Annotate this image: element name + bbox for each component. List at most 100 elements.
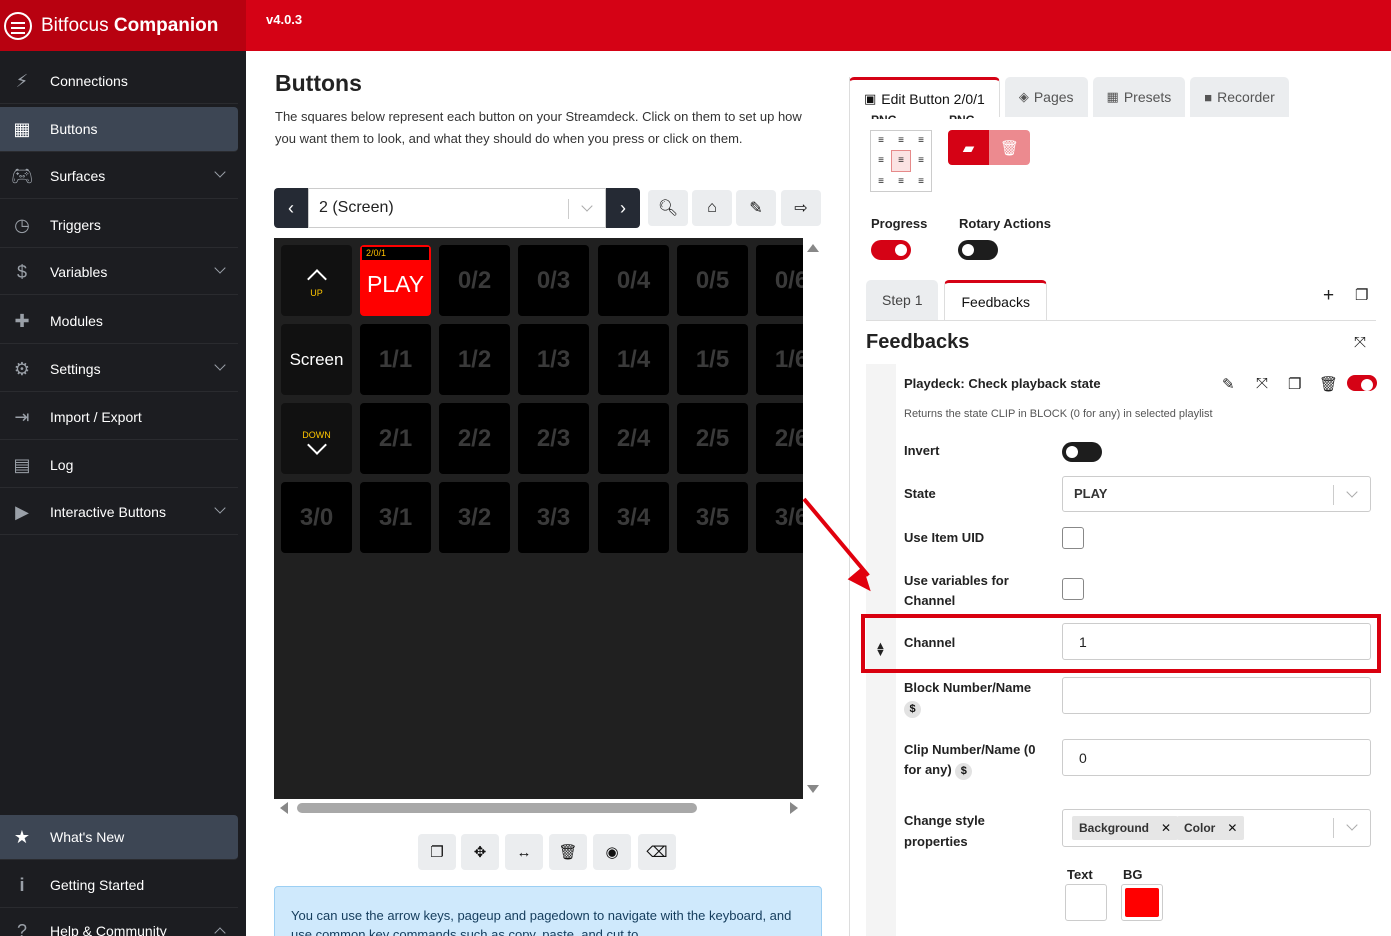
tab-pages[interactable]: ◈ Pages [1004,77,1088,117]
edit-page-button[interactable]: ✎ [736,190,776,226]
copy-button[interactable]: ❐ [418,834,456,870]
grid-key[interactable]: 0/6 [756,245,803,316]
pencil-icon[interactable]: ✎ [1222,375,1235,393]
align-right-icon[interactable]: ≡ [911,150,931,171]
style-chip-background[interactable]: Background ✕ [1072,816,1179,840]
use-item-uid-checkbox[interactable] [1062,527,1084,549]
invert-toggle[interactable] [1062,442,1102,462]
grid-key[interactable]: 3/6 [756,482,803,553]
remove-icon[interactable]: ✕ [1161,821,1171,835]
brand[interactable]: Bitfocus Companion [0,0,246,51]
align-center-icon[interactable]: ≡ [891,150,911,172]
delete-button[interactable]: 🗑︎ [549,834,587,870]
align-right-icon[interactable]: ≡ [911,172,931,191]
grid-key-up[interactable]: UP [281,245,352,316]
align-left-icon[interactable]: ≡ [871,131,891,150]
align-center-icon[interactable]: ≡ [891,131,911,150]
grid-key-play[interactable]: 2/0/1 PLAY [360,245,431,316]
use-variables-checkbox[interactable] [1062,578,1084,600]
grid-key[interactable]: 1/3 [518,324,589,395]
sidebar-item-triggers[interactable]: ◷ Triggers [0,203,238,248]
grid-key[interactable]: 2/6 [756,403,803,474]
grid-key-down[interactable]: DOWN [281,403,352,474]
grid-key[interactable]: 1/6 [756,324,803,395]
delete-png-button[interactable]: 🗑︎ [989,130,1030,165]
grid-key[interactable]: 3/3 [518,482,589,553]
sidebar-item-surfaces[interactable]: 🎮︎ Surfaces [0,154,238,199]
sidebar-item-variables[interactable]: $ Variables [0,250,238,295]
align-left-icon[interactable]: ≡ [871,172,891,191]
dollar-icon[interactable]: $ [904,700,921,718]
sidebar-item-help-community[interactable]: ? Help & Community [0,909,238,936]
grid-key[interactable]: 1/2 [439,324,510,395]
collapse-icon[interactable]: ⤧ [1256,375,1268,392]
collapse-all-icon[interactable]: ⤧ [1354,334,1366,351]
sidebar-item-getting-started[interactable]: i Getting Started [0,863,238,908]
grid-key[interactable]: 3/2 [439,482,510,553]
page-select[interactable]: 2 (Screen) [308,188,606,228]
feedback-enabled-toggle[interactable] [1347,375,1377,391]
text-color-picker[interactable] [1065,884,1107,921]
grid-key[interactable]: 1/4 [598,324,669,395]
open-png-button[interactable]: ▰ [948,130,989,165]
export-page-button[interactable]: ⇨ [781,190,821,226]
align-center-icon[interactable]: ≡ [891,172,911,191]
grid-key[interactable]: 0/4 [598,245,669,316]
state-select[interactable]: PLAY [1062,476,1371,512]
align-left-icon[interactable]: ≡ [871,150,891,171]
sidebar-item-log[interactable]: ▤ Log [0,443,238,488]
sidebar-item-connections[interactable]: ⚡ Connections [0,59,238,104]
grid-key[interactable]: 3/4 [598,482,669,553]
png-alignment-grid[interactable]: ≡ ≡ ≡ ≡ ≡ ≡ ≡ ≡ ≡ [870,130,932,192]
search-button[interactable]: 🔍︎ [648,190,688,226]
next-page-button[interactable]: › [606,188,640,228]
grid-key[interactable]: 0/3 [518,245,589,316]
move-button[interactable]: ✥ [461,834,499,870]
grid-key-screen[interactable]: Screen [281,324,352,395]
tab-feedbacks[interactable]: Feedbacks [944,280,1047,320]
clipboard-icon: ▤ [13,454,31,475]
grid-key[interactable]: 2/1 [360,403,431,474]
copy-icon[interactable]: ❐ [1288,375,1301,393]
compass-button[interactable]: ◉ [593,834,631,870]
grid-key[interactable]: 2/4 [598,403,669,474]
chevron-up-icon [214,927,226,936]
style-chip-color[interactable]: Color ✕ [1177,816,1245,840]
sidebar-item-settings[interactable]: ⚙ Settings [0,347,238,392]
bg-color-picker[interactable] [1121,884,1163,921]
dollar-icon[interactable]: $ [955,762,973,780]
remove-icon[interactable]: ✕ [1227,821,1237,835]
sidebar-item-import-export[interactable]: ⇥ Import / Export [0,395,238,440]
swap-button[interactable]: ↔ [505,834,543,870]
block-input[interactable] [1062,677,1371,714]
grid-key[interactable]: 1/5 [677,324,748,395]
copy-icon[interactable]: ❐ [1355,286,1368,304]
grid-key[interactable]: 2/3 [518,403,589,474]
eraser-button[interactable]: ⌫ [638,834,676,870]
grid-key[interactable]: 2/5 [677,403,748,474]
grid-key[interactable]: 2/2 [439,403,510,474]
grid-key[interactable]: 0/2 [439,245,510,316]
home-button[interactable]: ⌂ [692,190,732,226]
scroll-thumb[interactable] [297,803,697,813]
grid-key[interactable]: 3/1 [360,482,431,553]
progress-toggle[interactable] [871,240,911,260]
sidebar-item-buttons[interactable]: ▦ Buttons [0,107,238,152]
prev-page-button[interactable]: ‹ [274,188,308,228]
sidebar-item-modules[interactable]: ✚ Modules [0,299,238,344]
grid-key[interactable]: 1/1 [360,324,431,395]
grid-key[interactable]: 3/0 [281,482,352,553]
add-step-icon[interactable]: + [1323,285,1334,307]
sidebar-item-interactive-buttons[interactable]: ▶ Interactive Buttons [0,490,238,535]
grid-key[interactable]: 0/5 [677,245,748,316]
align-right-icon[interactable]: ≡ [911,131,931,150]
trash-icon[interactable]: 🗑︎ [1319,375,1338,393]
tab-step-1[interactable]: Step 1 [866,280,939,320]
clip-input[interactable]: 0 [1062,739,1371,776]
grid-horizontal-scrollbar[interactable] [274,799,803,817]
sidebar-item-whats-new[interactable]: ★ What's New [0,815,238,860]
grid-key[interactable]: 3/5 [677,482,748,553]
tab-recorder[interactable]: ■ Recorder [1190,77,1289,117]
rotary-actions-toggle[interactable] [958,240,998,260]
tab-presets[interactable]: ▦ Presets [1092,77,1186,117]
